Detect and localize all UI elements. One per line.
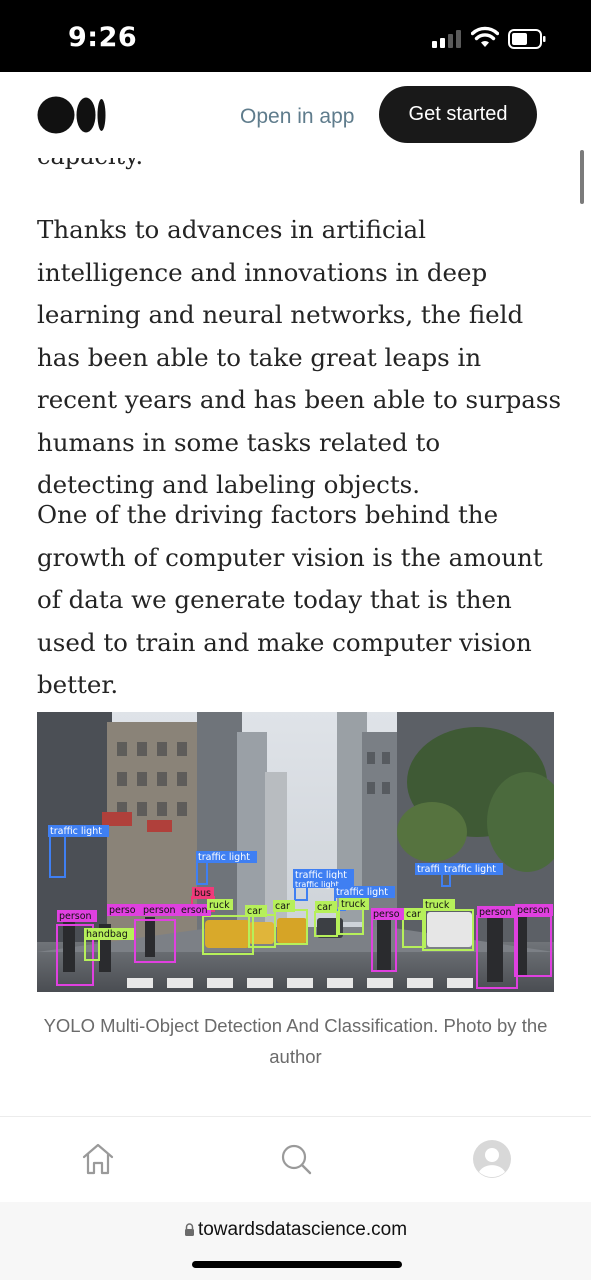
lock-icon (184, 1223, 194, 1236)
figure-caption: YOLO Multi-Object Detection And Classifi… (43, 1015, 548, 1067)
label-person: erson (181, 905, 208, 916)
label-truck: truck (425, 900, 450, 911)
open-in-app-link[interactable]: Open in app (240, 102, 354, 132)
medium-header: Open in app Get started (0, 72, 591, 158)
label-handbag: handbag (86, 929, 128, 940)
label-person: person (479, 907, 512, 918)
bottom-navigation (0, 1116, 591, 1202)
search-icon[interactable] (276, 1139, 316, 1179)
label-car: car (317, 902, 332, 913)
label-person: person (59, 911, 92, 922)
label-car: car (275, 901, 290, 912)
label-person: perso (373, 909, 400, 920)
detection-photo: traffic light traffic light traffic ligh… (37, 712, 554, 992)
label-traffic-light: traffi (417, 864, 440, 875)
label-traffic-light: traffic light (198, 852, 250, 863)
home-icon[interactable] (78, 1139, 118, 1179)
article-paragraph: One of the driving factors behind the gr… (37, 500, 543, 699)
label-person: perso (109, 905, 136, 916)
label-car: car (247, 906, 262, 917)
label-traffic-light: traffic light (295, 880, 339, 889)
label-traffic-light: traffic light (336, 887, 388, 898)
status-bar: 9:26 (0, 0, 591, 72)
profile-icon[interactable] (472, 1139, 512, 1179)
medium-logo[interactable] (37, 96, 107, 134)
label-truck: truck (341, 899, 366, 910)
get-started-button[interactable]: Get started (379, 86, 537, 143)
status-time: 9:26 (68, 22, 138, 53)
label-car: car (406, 909, 421, 920)
scrollbar[interactable] (580, 150, 584, 204)
label-person: person (517, 905, 550, 916)
article-paragraph: Thanks to advances in artificial intelli… (37, 215, 562, 499)
wifi-icon (471, 26, 499, 47)
label-traffic-light: traffic light (50, 826, 102, 837)
label-bus: bus (194, 888, 211, 899)
label-traffic-light: traffic light (444, 864, 496, 875)
label-truck: ruck (209, 900, 230, 911)
url-text: towardsdatascience.com (197, 1219, 408, 1240)
home-indicator[interactable] (192, 1261, 402, 1268)
cellular-signal-icon (432, 30, 462, 48)
article-figure[interactable]: traffic light traffic light traffic ligh… (37, 712, 554, 992)
browser-address-bar[interactable]: towardsdatascience.com (0, 1202, 591, 1280)
label-person: person (143, 905, 176, 916)
battery-icon (508, 29, 546, 49)
